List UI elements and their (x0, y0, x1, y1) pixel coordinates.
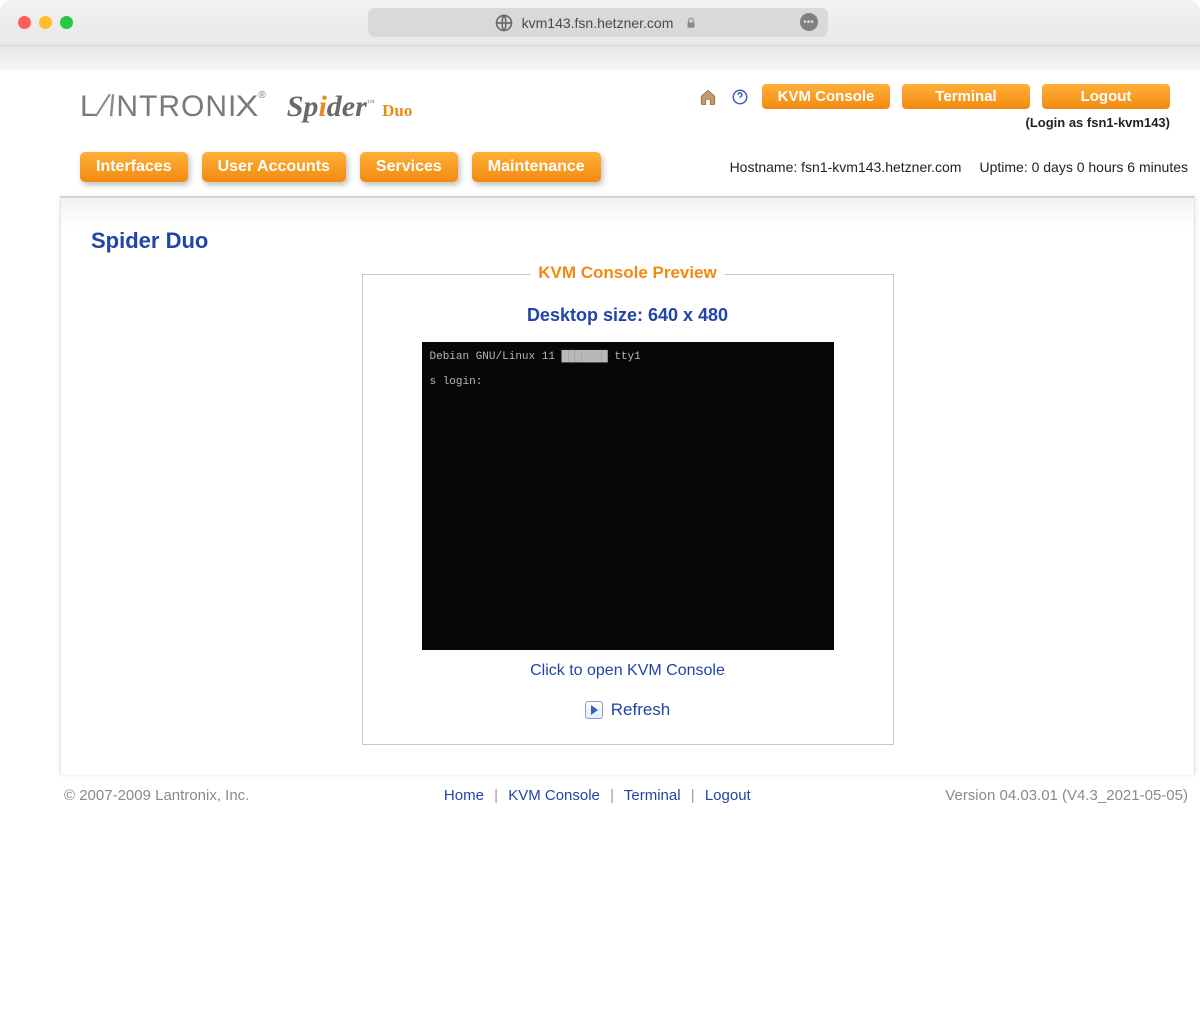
lantronix-logo: L/\NTRONIX® (80, 90, 267, 124)
copyright: © 2007-2009 Lantronix, Inc. (64, 787, 249, 804)
spider-duo-logo: Spider™ Duo (287, 90, 413, 124)
logo-block: L/\NTRONIX® Spider™ Duo (80, 90, 412, 124)
footer: © 2007-2009 Lantronix, Inc. Home | KVM C… (0, 775, 1200, 804)
minimize-window-button[interactable] (39, 16, 52, 29)
top-strip (0, 46, 1200, 70)
header: L/\NTRONIX® Spider™ Duo (0, 70, 1200, 138)
maximize-window-button[interactable] (60, 16, 73, 29)
console-line: Debian GNU/Linux 11 ███████ tty1 (430, 348, 826, 367)
footer-terminal-link[interactable]: Terminal (624, 787, 681, 804)
tab-services[interactable]: Services (360, 152, 458, 182)
kvm-preview-fieldset: KVM Console Preview Desktop size: 640 x … (362, 274, 894, 745)
footer-home-link[interactable]: Home (444, 787, 484, 804)
kvm-console-preview[interactable]: Debian GNU/Linux 11 ███████ tty1 s login… (422, 342, 834, 650)
footer-links: Home | KVM Console | Terminal | Logout (444, 787, 751, 804)
refresh-link[interactable]: Refresh (383, 700, 873, 720)
desktop-size-label: Desktop size: 640 x 480 (383, 305, 873, 326)
logout-button[interactable]: Logout (1042, 84, 1170, 109)
kvm-console-button[interactable]: KVM Console (762, 84, 890, 109)
login-as-label: (Login as fsn1-kvm143) (1026, 115, 1171, 130)
footer-kvm-link[interactable]: KVM Console (508, 787, 600, 804)
lock-icon (681, 13, 701, 33)
tab-interfaces[interactable]: Interfaces (80, 152, 188, 182)
footer-logout-link[interactable]: Logout (705, 787, 751, 804)
window-controls (18, 16, 73, 29)
registered-mark: ® (258, 90, 266, 101)
open-kvm-console-link[interactable]: Click to open KVM Console (383, 662, 873, 680)
tab-user-accounts[interactable]: User Accounts (202, 152, 346, 182)
uptime-status: Uptime: 0 days 0 hours 6 minutes (979, 159, 1188, 175)
menu-tabs: Interfaces User Accounts Services Mainte… (80, 152, 601, 182)
tab-maintenance[interactable]: Maintenance (472, 152, 601, 182)
close-window-button[interactable] (18, 16, 31, 29)
help-icon[interactable] (730, 87, 750, 107)
browser-chrome: kvm143.fsn.hetzner.com ••• (0, 0, 1200, 46)
address-bar[interactable]: kvm143.fsn.hetzner.com ••• (368, 8, 828, 37)
hostname-status: Hostname: fsn1-kvm143.hetzner.com (730, 159, 962, 175)
play-icon (585, 701, 603, 719)
fieldset-legend: KVM Console Preview (530, 263, 725, 283)
url-text: kvm143.fsn.hetzner.com (522, 15, 674, 31)
extension-icon[interactable]: ••• (800, 13, 818, 31)
globe-icon (494, 13, 514, 33)
content-frame: Spider Duo KVM Console Preview Desktop s… (60, 196, 1195, 775)
console-line: s login: (430, 373, 826, 392)
home-icon[interactable] (698, 87, 718, 107)
page-title: Spider Duo (61, 198, 1194, 264)
menu-row: Interfaces User Accounts Services Mainte… (0, 138, 1200, 190)
terminal-button[interactable]: Terminal (902, 84, 1030, 109)
version-label: Version 04.03.01 (V4.3_2021-05-05) (945, 787, 1188, 804)
